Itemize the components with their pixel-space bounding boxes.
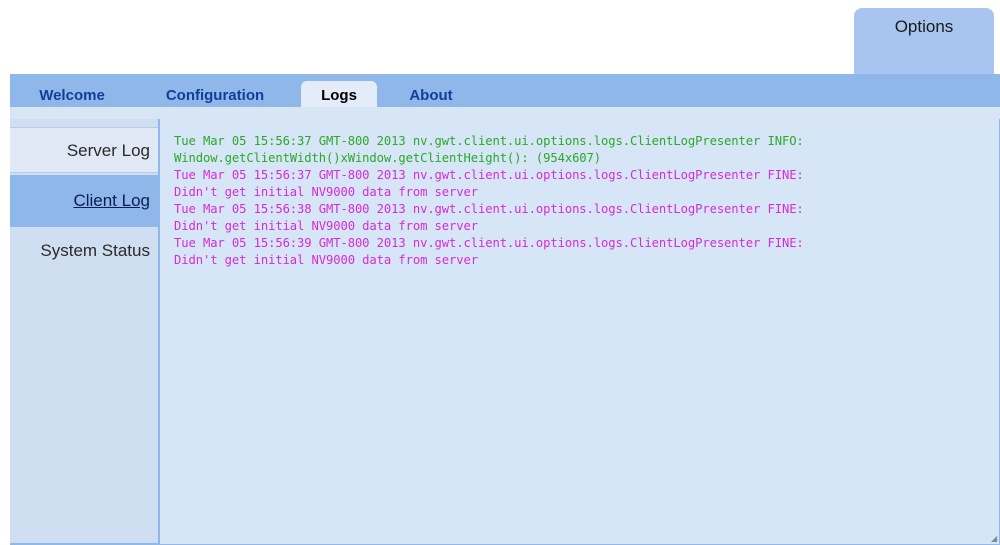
tab-welcome[interactable]: Welcome: [32, 81, 112, 107]
tab-configuration-label: Configuration: [165, 87, 265, 104]
log-line: Didn't get initial NV9000 data from serv…: [174, 219, 478, 233]
sidebar-item-label: Client Log: [73, 191, 150, 210]
tab-content-band: [10, 107, 1000, 119]
log-line: Window.getClientWidth()xWindow.getClient…: [174, 151, 602, 165]
sidebar-item-client-log[interactable]: Client Log: [10, 175, 158, 227]
tab-welcome-label: Welcome: [39, 87, 105, 104]
tab-about-label: About: [409, 87, 453, 104]
sidebar-item-server-log[interactable]: Server Log: [10, 127, 158, 173]
log-line: Tue Mar 05 15:56:39 GMT-800 2013 nv.gwt.…: [174, 236, 804, 250]
tab-bar: Welcome Configuration Logs About: [10, 74, 1000, 107]
log-line: Didn't get initial NV9000 data from serv…: [174, 185, 478, 199]
log-line: Tue Mar 05 15:56:37 GMT-800 2013 nv.gwt.…: [174, 134, 804, 148]
client-log-panel[interactable]: Tue Mar 05 15:56:37 GMT-800 2013 nv.gwt.…: [160, 119, 999, 544]
logs-sidebar: Server Log Client Log System Status: [10, 119, 160, 543]
options-frame: Welcome Configuration Logs About Server …: [10, 74, 1000, 545]
tab-logs-label: Logs: [321, 87, 357, 104]
tab-logs[interactable]: Logs: [301, 81, 377, 107]
log-line: Tue Mar 05 15:56:37 GMT-800 2013 nv.gwt.…: [174, 168, 804, 182]
sidebar-item-system-status[interactable]: System Status: [10, 231, 158, 271]
log-line: Didn't get initial NV9000 data from serv…: [174, 253, 478, 267]
options-tab-label: Options: [894, 17, 954, 36]
options-tab[interactable]: Options: [854, 8, 994, 75]
tab-configuration[interactable]: Configuration: [156, 81, 274, 107]
sidebar-item-label: Server Log: [66, 141, 150, 160]
tab-about[interactable]: About: [400, 81, 462, 107]
sidebar-item-label: System Status: [40, 241, 150, 260]
resize-grip-icon[interactable]: ◢: [991, 535, 997, 543]
options-page: Options Welcome Configuration Logs About…: [0, 0, 1000, 545]
log-line: Tue Mar 05 15:56:38 GMT-800 2013 nv.gwt.…: [174, 202, 804, 216]
